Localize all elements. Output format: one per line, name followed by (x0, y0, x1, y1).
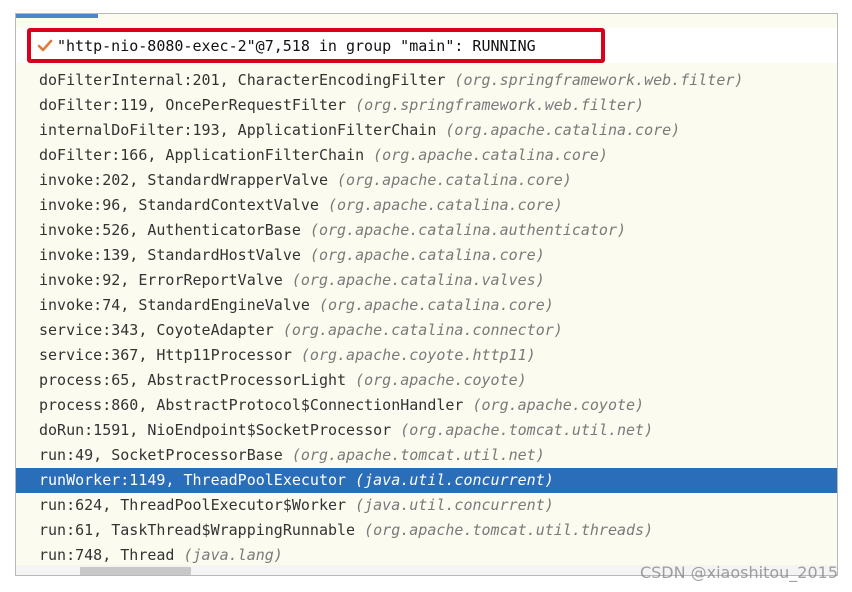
frame-package: (org.apache.catalina.core) (327, 196, 563, 214)
frame-method: run:49, SocketProcessorBase (39, 446, 292, 464)
frame-package: (org.springframework.web.filter) (454, 71, 744, 89)
frame-method: doFilter:119, OncePerRequestFilter (39, 96, 356, 114)
frame-package: (org.apache.catalina.core) (309, 246, 545, 264)
stack-frame[interactable]: run:49, SocketProcessorBase (org.apache.… (16, 443, 837, 468)
stack-frame-list: doFilterInternal:201, CharacterEncodingF… (16, 68, 837, 568)
stack-frame[interactable]: invoke:92, ErrorReportValve (org.apache.… (16, 268, 837, 293)
frame-package: (org.apache.catalina.valves) (291, 271, 545, 289)
frame-method: service:367, Http11Processor (39, 346, 301, 364)
frame-method: doFilterInternal:201, CharacterEncodingF… (39, 71, 455, 89)
stack-frame[interactable]: run:61, TaskThread$WrappingRunnable (org… (16, 518, 837, 543)
frame-method: invoke:526, AuthenticatorBase (39, 221, 310, 239)
frame-package: (org.apache.tomcat.util.net) (400, 421, 654, 439)
stack-frame[interactable]: invoke:74, StandardEngineValve (org.apac… (16, 293, 837, 318)
frame-method: invoke:202, StandardWrapperValve (39, 171, 338, 189)
stack-frame[interactable]: invoke:526, AuthenticatorBase (org.apach… (16, 218, 837, 243)
frame-method: invoke:92, ErrorReportValve (39, 271, 292, 289)
frame-package: (org.springframework.web.filter) (355, 96, 645, 114)
stack-frame[interactable]: service:367, Http11Processor (org.apache… (16, 343, 837, 368)
stack-frame[interactable]: invoke:139, StandardHostValve (org.apach… (16, 243, 837, 268)
stack-frame[interactable]: run:624, ThreadPoolExecutor$Worker (java… (16, 493, 837, 518)
check-icon (35, 37, 55, 55)
stack-frame[interactable]: service:343, CoyoteAdapter (org.apache.c… (16, 318, 837, 343)
active-tab-indicator (16, 14, 98, 18)
frame-package: (org.apache.catalina.core) (373, 146, 608, 164)
stack-frame[interactable]: doFilterInternal:201, CharacterEncodingF… (16, 68, 837, 93)
frame-package: (org.apache.catalina.core) (337, 171, 572, 189)
frame-method: run:748, Thread (39, 546, 184, 564)
frames-panel: "http-nio-8080-exec-2"@7,518 in group "m… (15, 13, 838, 576)
frame-method: doRun:1591, NioEndpoint$SocketProcessor (39, 421, 401, 439)
stack-frame[interactable]: process:860, AbstractProtocol$Connection… (16, 393, 837, 418)
frame-package: (org.apache.coyote.http11) (300, 346, 536, 364)
horizontal-scrollbar-thumb[interactable] (80, 567, 191, 575)
frame-package: (java.lang) (183, 546, 283, 564)
frame-method: doFilter:166, ApplicationFilterChain (39, 146, 374, 164)
frame-package: (org.apache.catalina.connector) (282, 321, 563, 339)
stack-frame[interactable]: doFilter:166, ApplicationFilterChain (or… (16, 143, 837, 168)
frame-package: (org.apache.tomcat.util.threads) (364, 521, 654, 539)
frame-package: (org.apache.catalina.authenticator) (309, 221, 627, 239)
frame-package: (org.apache.tomcat.util.net) (291, 446, 545, 464)
frame-package: (java.util.concurrent) (355, 471, 554, 489)
frame-method: process:860, AbstractProtocol$Connection… (39, 396, 473, 414)
stack-frame[interactable]: invoke:202, StandardWrapperValve (org.ap… (16, 168, 837, 193)
frame-method: process:65, AbstractProcessorLight (39, 371, 356, 389)
stack-frame[interactable]: doFilter:119, OncePerRequestFilter (org.… (16, 93, 837, 118)
stack-frame[interactable]: internalDoFilter:193, ApplicationFilterC… (16, 118, 837, 143)
frame-package: (java.util.concurrent) (355, 496, 554, 514)
frame-method: service:343, CoyoteAdapter (39, 321, 283, 339)
frame-package: (org.apache.coyote) (472, 396, 645, 414)
frame-package: (org.apache.catalina.core) (318, 296, 554, 314)
watermark: CSDN @xiaoshitou_2015 (639, 563, 838, 582)
stack-frame[interactable]: process:65, AbstractProcessorLight (org.… (16, 368, 837, 393)
frame-method: invoke:139, StandardHostValve (39, 246, 310, 264)
frame-package: (org.apache.coyote) (355, 371, 527, 389)
stack-frame[interactable]: doRun:1591, NioEndpoint$SocketProcessor … (16, 418, 837, 443)
frame-method: run:61, TaskThread$WrappingRunnable (39, 521, 365, 539)
stack-frame[interactable]: invoke:96, StandardContextValve (org.apa… (16, 193, 837, 218)
frame-method: internalDoFilter:193, ApplicationFilterC… (39, 121, 446, 139)
thread-title: "http-nio-8080-exec-2"@7,518 in group "m… (57, 36, 536, 55)
frame-method: invoke:74, StandardEngineValve (39, 296, 319, 314)
frame-method: runWorker:1149, ThreadPoolExecutor (39, 471, 356, 489)
thread-selector[interactable]: "http-nio-8080-exec-2"@7,518 in group "m… (27, 28, 605, 63)
stack-frame-selected[interactable]: runWorker:1149, ThreadPoolExecutor (java… (16, 468, 837, 493)
frame-method: invoke:96, StandardContextValve (39, 196, 328, 214)
frame-method: run:624, ThreadPoolExecutor$Worker (39, 496, 356, 514)
frame-package: (org.apache.catalina.core) (445, 121, 681, 139)
